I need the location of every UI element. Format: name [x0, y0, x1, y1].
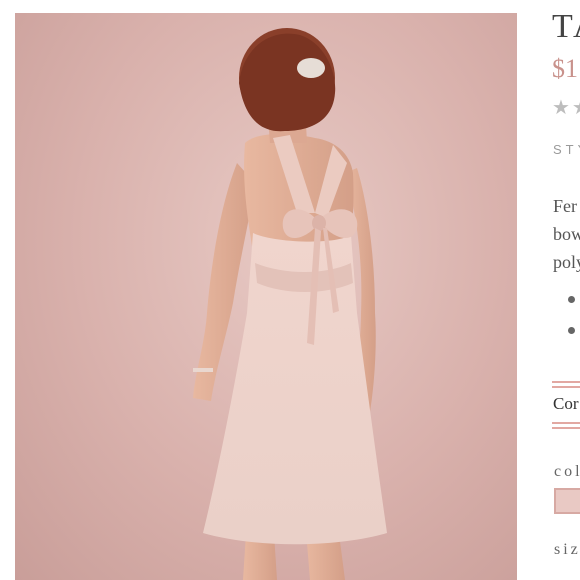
product-title: TA: [552, 8, 580, 45]
product-price: $1: [552, 54, 578, 83]
product-photo[interactable]: [15, 13, 517, 580]
accordion-toggle[interactable]: Cor: [553, 394, 579, 414]
product-info-panel: TA $1 ★★ STY Fer bow poly Cor col siz: [552, 0, 580, 580]
product-image: [193, 28, 387, 580]
divider: [552, 386, 580, 388]
divider: [552, 427, 580, 429]
style-number-label: STY: [553, 142, 580, 157]
divider: [552, 381, 580, 383]
feature-bullets: [568, 296, 575, 358]
product-description: Fer bow poly: [553, 192, 580, 276]
rating-stars[interactable]: ★★: [552, 95, 580, 120]
size-label: siz: [554, 541, 580, 558]
color-label: col: [554, 463, 580, 480]
color-swatch[interactable]: [554, 488, 580, 514]
divider: [552, 422, 580, 424]
description-line: bow: [553, 224, 580, 244]
bullet-dot: [568, 296, 575, 303]
description-line: poly: [553, 252, 580, 272]
description-line: Fer: [553, 196, 577, 216]
bullet-dot: [568, 327, 575, 334]
